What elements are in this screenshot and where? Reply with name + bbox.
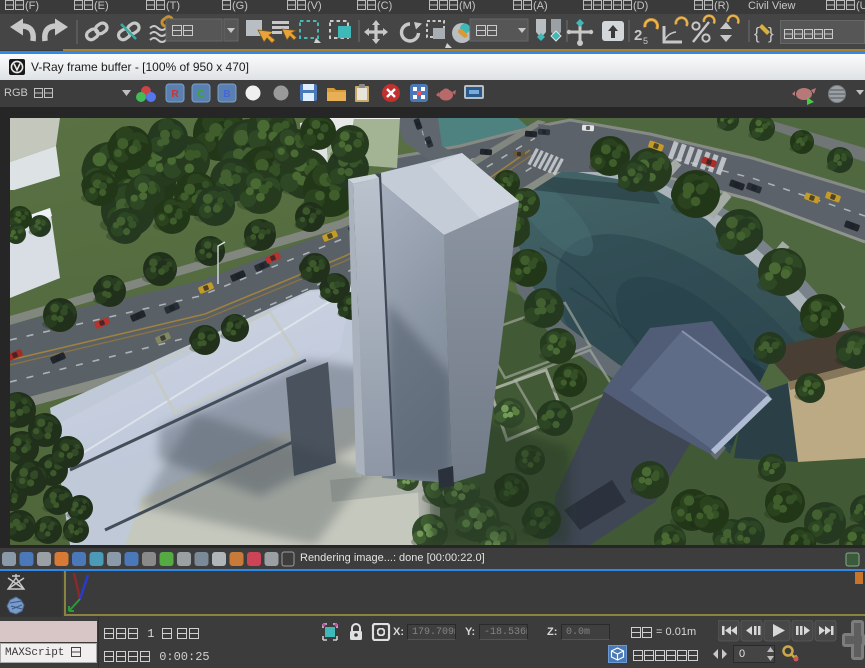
svg-text:5: 5: [643, 36, 648, 46]
svg-text:B: B: [223, 89, 230, 100]
svg-text:G: G: [197, 89, 205, 100]
svg-text:}: }: [768, 24, 774, 43]
svg-text:R: R: [171, 89, 179, 100]
svg-text:2: 2: [634, 27, 642, 44]
svg-text:{: {: [754, 24, 760, 43]
